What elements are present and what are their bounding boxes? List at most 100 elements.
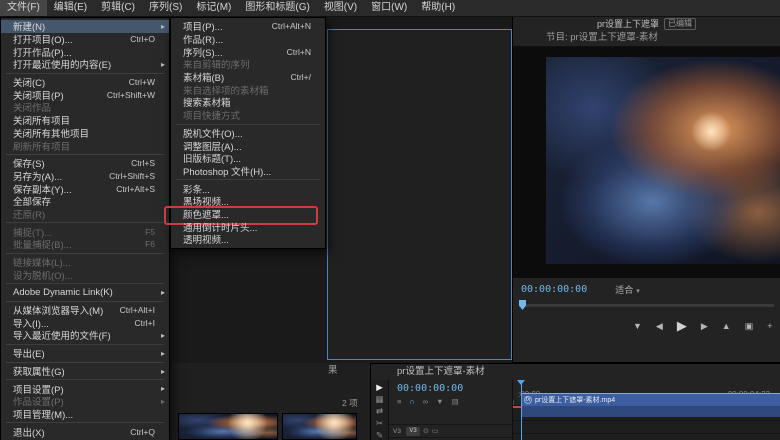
add-marker-icon[interactable]: ▼ [436, 397, 443, 406]
menu-item[interactable]: 关闭所有其他项目 [1, 127, 169, 140]
menu-item[interactable]: 打开项目(O)... Ctrl+O [1, 33, 169, 46]
clip-thumbnail[interactable] [178, 413, 278, 440]
menu-item[interactable]: 新建(N) [1, 20, 169, 33]
menu-item[interactable]: 获取属性(G) [1, 365, 169, 377]
menu-item[interactable]: 作品设置(P) [1, 395, 169, 408]
track-eye-icon[interactable]: ⊙ [423, 427, 429, 435]
menu-item[interactable]: 关闭(C) Ctrl+W [1, 76, 169, 89]
button-editor-button[interactable]: + [767, 320, 772, 332]
menu-item[interactable]: 保存(S) Ctrl+S [1, 157, 169, 170]
menu-item[interactable]: 项目管理(M)... [1, 408, 169, 421]
snap-icon[interactable]: ∩ [409, 397, 414, 406]
partial-panel-tab[interactable]: 果 [170, 363, 370, 379]
menu-bar-item[interactable]: 文件(F) [0, 0, 47, 16]
selection-tool[interactable]: ▶ [376, 382, 383, 392]
submenu-item[interactable]: 颜色遮罩... [164, 205, 325, 225]
menu-separator [6, 72, 164, 74]
play-button[interactable]: ▶ [677, 319, 687, 332]
razor-tool[interactable]: ✂ [376, 418, 383, 428]
timeline-clip-audio[interactable] [521, 406, 780, 417]
track-lock-icon[interactable]: ▭ [432, 427, 439, 435]
menu-item-shortcut: Ctrl+Shift+S [109, 170, 155, 181]
menu-bar-item[interactable]: 剪辑(C) [94, 0, 142, 16]
menu-item[interactable]: 导入(I)... Ctrl+I [1, 316, 169, 330]
menu-item[interactable]: 捕捉(T)... F5 [1, 225, 169, 239]
menu-item[interactable]: 打开作品(P)... [1, 45, 169, 59]
menu-item[interactable]: 从媒体浏览器导入(M) Ctrl+Alt+I [1, 304, 169, 317]
menu-item[interactable]: 链接媒体(L)... [1, 256, 169, 269]
menu-item[interactable]: 另存为(A)... Ctrl+Shift+S [1, 170, 169, 183]
export-frame-button[interactable]: ▣ [745, 320, 754, 332]
menu-bar-item[interactable]: 视图(V) [317, 0, 364, 16]
track-source-label[interactable]: V3 [393, 428, 403, 435]
menu-item[interactable]: 项目设置(P) [1, 382, 169, 395]
timeline-settings-icon[interactable]: ▤ [452, 397, 459, 406]
menu-item[interactable]: 全部保存 [1, 195, 169, 208]
menu-item[interactable]: 导入最近使用的文件(F) [1, 329, 169, 342]
menu-item[interactable]: 刷新所有项目 [1, 139, 169, 153]
submenu-item[interactable]: 项目快捷方式 [171, 109, 325, 122]
timeline-playhead[interactable] [517, 380, 525, 440]
submenu-item[interactable]: 黑场视频... [171, 195, 325, 208]
submenu-item[interactable]: 素材箱(B) Ctrl+/ [171, 71, 325, 84]
timeline-timecode[interactable]: 00:00:00:00 [389, 380, 512, 394]
program-monitor-tab[interactable]: 节目: pr设置上下遮罩-素材 [513, 30, 780, 46]
step-forward-button[interactable]: ▶ [701, 320, 708, 332]
submenu-item[interactable]: 旧版标题(T)... [171, 152, 325, 165]
menu-item[interactable]: 还原(R) [1, 208, 169, 221]
program-playhead[interactable] [519, 300, 526, 310]
scrub-track[interactable] [519, 304, 774, 307]
track-select-forward-tool[interactable]: ▦ [375, 394, 383, 404]
submenu-item[interactable]: 来自剪辑的序列 [171, 58, 325, 71]
submenu-item[interactable]: 序列(S)... Ctrl+N [171, 45, 325, 59]
menu-bar-item[interactable]: 序列(S) [142, 0, 189, 16]
menu-separator [6, 300, 164, 302]
lift-button[interactable]: ▲ [722, 320, 731, 332]
menu-item[interactable]: Adobe Dynamic Link(K) [1, 286, 169, 299]
timeline-tab[interactable]: pr设置上下遮罩-素材 [371, 364, 780, 380]
ripple-edit-tool[interactable]: ⇄ [376, 406, 383, 416]
submenu-item[interactable]: 通用倒计时片头... [171, 220, 325, 234]
pen-tool[interactable]: ✎ [376, 430, 383, 440]
track-row-v1[interactable] [513, 434, 780, 440]
program-timecode[interactable]: 00:00:00:00 [521, 284, 587, 295]
submenu-item-label: 透明视频... [183, 235, 229, 247]
fit-dropdown[interactable]: 适合 ▾ [615, 283, 640, 296]
menu-item[interactable]: 关闭作品 [1, 101, 169, 114]
submenu-item[interactable]: 脱机文件(O)... [171, 127, 325, 140]
menu-bar-item-label: 编辑(E) [53, 2, 88, 13]
menu-bar-item[interactable]: 图形和标题(G) [238, 0, 316, 16]
step-back-button[interactable]: ◀ [656, 320, 663, 332]
program-scrub-bar[interactable] [513, 298, 780, 312]
menu-item[interactable]: 关闭所有项目 [1, 114, 169, 127]
menu-item[interactable]: 批量捕捉(B)... F6 [1, 238, 169, 251]
submenu-item[interactable]: 透明视频... [171, 233, 325, 246]
clip-thumbnail[interactable] [282, 413, 357, 440]
menu-bar-item[interactable]: 标记(M) [189, 0, 238, 16]
timeline-clip[interactable]: fx pr设置上下遮罩-素材.mp4 [521, 393, 780, 406]
menu-bar-item[interactable]: 帮助(H) [414, 0, 462, 16]
submenu-item[interactable]: 彩条... [171, 182, 325, 196]
menu-item[interactable]: 退出(X) Ctrl+Q [1, 425, 169, 439]
submenu-item[interactable]: 调整图层(A)... [171, 139, 325, 153]
menu-item[interactable]: 导出(E) [1, 347, 169, 360]
menu-item[interactable]: 打开最近使用的内容(E) [1, 58, 169, 71]
track-row-v2[interactable] [513, 421, 780, 434]
menu-bar-item[interactable]: 编辑(E) [47, 0, 94, 16]
timeline-track-area[interactable]: :00:00 00:00:04:23 fx pr设置上下遮罩-素材.mp4 [513, 380, 780, 440]
menu-bar-item[interactable]: 窗口(W) [364, 0, 414, 16]
submenu-item[interactable]: 搜索素材箱 [171, 96, 325, 109]
menu-item[interactable]: 关闭项目(P) Ctrl+Shift+W [1, 88, 169, 102]
sequence-menu-icon[interactable]: ≡ [397, 397, 401, 406]
item-count-label: 2 项 [342, 398, 358, 408]
menu-item[interactable]: 设为脱机(O)... [1, 268, 169, 282]
submenu-item[interactable]: Photoshop 文件(H)... [171, 165, 325, 178]
linked-selection-icon[interactable]: ∞ [423, 397, 428, 406]
track-header-row[interactable]: V3 V3 ⊙ ▭ [389, 424, 512, 437]
menu-item[interactable]: 保存副本(Y)... Ctrl+Alt+S [1, 182, 169, 196]
track-target-button[interactable]: V3 [406, 426, 420, 436]
submenu-item[interactable]: 项目(P)... Ctrl+Alt+N [171, 20, 325, 33]
submenu-item[interactable]: 来自选择项的素材箱 [171, 83, 325, 97]
submenu-item[interactable]: 作品(R)... [171, 33, 325, 46]
add-marker-button[interactable]: ▼ [633, 320, 642, 332]
